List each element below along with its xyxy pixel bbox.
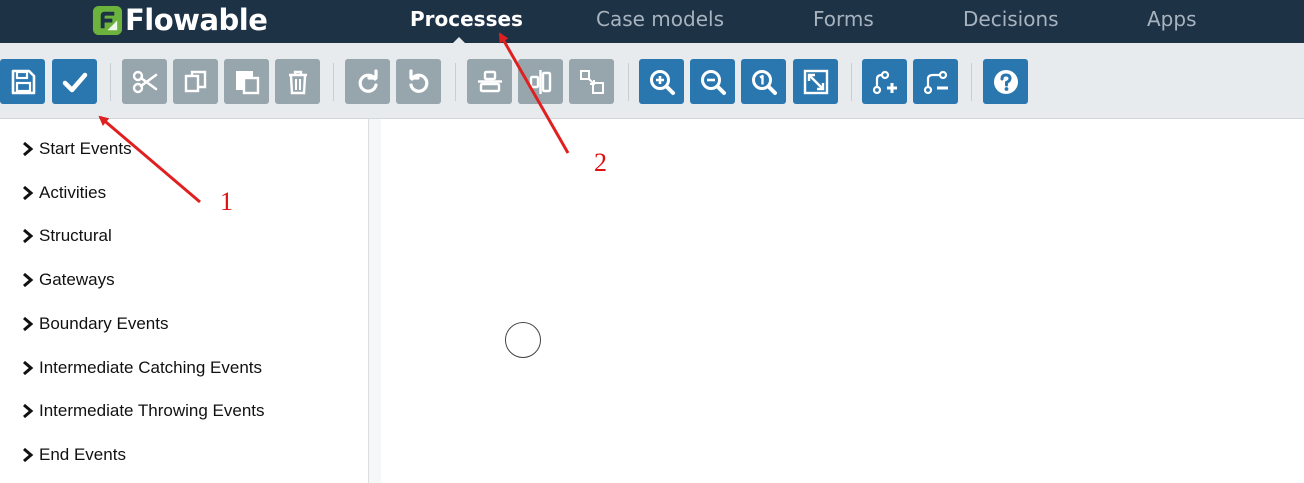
- add-bendpoint-icon: [872, 70, 897, 94]
- palette-group-label: Gateways: [39, 270, 115, 289]
- zoom-actual-icon: [751, 69, 777, 95]
- editor-toolbar: [0, 43, 1304, 119]
- align-vertical-button[interactable]: [467, 59, 512, 104]
- chevron-right-icon: [23, 229, 34, 243]
- palette-group-label: Activities: [39, 183, 107, 202]
- zoom-out-button[interactable]: [690, 59, 735, 104]
- palette-group-boundary-events[interactable]: Boundary Events: [22, 313, 168, 335]
- palette-group-label: Start Events: [39, 139, 132, 158]
- palette-group-label: End Events: [39, 445, 126, 464]
- align-horizontal-button[interactable]: [518, 59, 563, 104]
- paste-icon: [235, 70, 259, 94]
- remove-bendpoint-icon: [923, 70, 948, 94]
- nav-case-models[interactable]: Case models: [596, 7, 724, 31]
- zoom-in-icon: [649, 69, 675, 95]
- palette-group-intermediate-catching-events[interactable]: Intermediate Catching Events: [22, 357, 262, 379]
- annotation-label-2: 2: [594, 148, 607, 177]
- copy-icon: [184, 70, 206, 92]
- toolbar-divider: [455, 63, 456, 101]
- validate-button[interactable]: [52, 59, 97, 104]
- palette-group-activities[interactable]: Activities: [22, 182, 106, 204]
- flowable-logo[interactable]: Flowable: [92, 3, 268, 37]
- add-bendpoint-button[interactable]: [862, 59, 907, 104]
- save-icon: [11, 69, 35, 94]
- zoom-fit-button[interactable]: [793, 59, 838, 104]
- cut-button[interactable]: [122, 59, 167, 104]
- chevron-right-icon: [23, 273, 34, 287]
- nav-processes[interactable]: Processes: [410, 7, 523, 31]
- start-event-shape[interactable]: [505, 322, 541, 358]
- annotation-label-1: 1: [220, 187, 233, 216]
- top-navigation-bar: Flowable Processes Case models Forms Dec…: [0, 0, 1304, 44]
- palette-group-structural[interactable]: Structural: [22, 225, 112, 247]
- delete-icon: [288, 70, 307, 94]
- shape-palette: Start Events Activities Structural Gatew…: [0, 119, 369, 483]
- redo-icon: [358, 68, 378, 93]
- palette-group-start-events[interactable]: Start Events: [22, 138, 132, 160]
- zoom-out-icon: [700, 69, 726, 95]
- toolbar-divider: [851, 63, 852, 101]
- palette-resize-gutter[interactable]: [369, 119, 381, 483]
- save-button[interactable]: [0, 59, 45, 104]
- chevron-right-icon: [23, 142, 34, 156]
- help-icon: [993, 69, 1018, 94]
- palette-group-gateways[interactable]: Gateways: [22, 269, 115, 291]
- nav-forms[interactable]: Forms: [813, 7, 874, 31]
- delete-button[interactable]: [275, 59, 320, 104]
- flowable-logo-icon: [92, 5, 123, 35]
- copy-button[interactable]: [173, 59, 218, 104]
- undo-icon: [408, 68, 428, 93]
- help-button[interactable]: [983, 59, 1028, 104]
- paste-button[interactable]: [224, 59, 269, 104]
- zoom-fit-icon: [803, 69, 828, 94]
- validate-icon: [62, 72, 87, 92]
- palette-group-label: Intermediate Throwing Events: [39, 401, 265, 420]
- palette-group-label: Intermediate Catching Events: [39, 358, 263, 377]
- chevron-right-icon: [23, 448, 34, 462]
- align-vertical-icon: [477, 70, 502, 92]
- same-size-icon: [579, 69, 604, 94]
- cut-icon: [132, 70, 157, 93]
- palette-group-end-events[interactable]: End Events: [22, 444, 126, 466]
- toolbar-divider: [333, 63, 334, 101]
- nav-apps[interactable]: Apps: [1147, 7, 1197, 31]
- same-size-button[interactable]: [569, 59, 614, 104]
- palette-group-intermediate-throwing-events[interactable]: Intermediate Throwing Events: [22, 400, 265, 422]
- remove-bendpoint-button[interactable]: [913, 59, 958, 104]
- zoom-actual-size-button[interactable]: [741, 59, 786, 104]
- chevron-right-icon: [23, 317, 34, 331]
- chevron-right-icon: [23, 404, 34, 418]
- process-canvas[interactable]: [381, 119, 1304, 483]
- toolbar-divider: [971, 63, 972, 101]
- chevron-right-icon: [23, 361, 34, 375]
- align-horizontal-icon: [529, 69, 551, 94]
- redo-button[interactable]: [345, 59, 390, 104]
- palette-group-label: Structural: [39, 226, 112, 245]
- undo-button[interactable]: [396, 59, 441, 104]
- toolbar-divider: [628, 63, 629, 101]
- nav-decisions[interactable]: Decisions: [963, 7, 1059, 31]
- chevron-right-icon: [23, 186, 34, 200]
- zoom-in-button[interactable]: [639, 59, 684, 104]
- toolbar-divider: [110, 63, 111, 101]
- logo-text: Flowable: [125, 3, 268, 37]
- palette-group-label: Boundary Events: [39, 314, 169, 333]
